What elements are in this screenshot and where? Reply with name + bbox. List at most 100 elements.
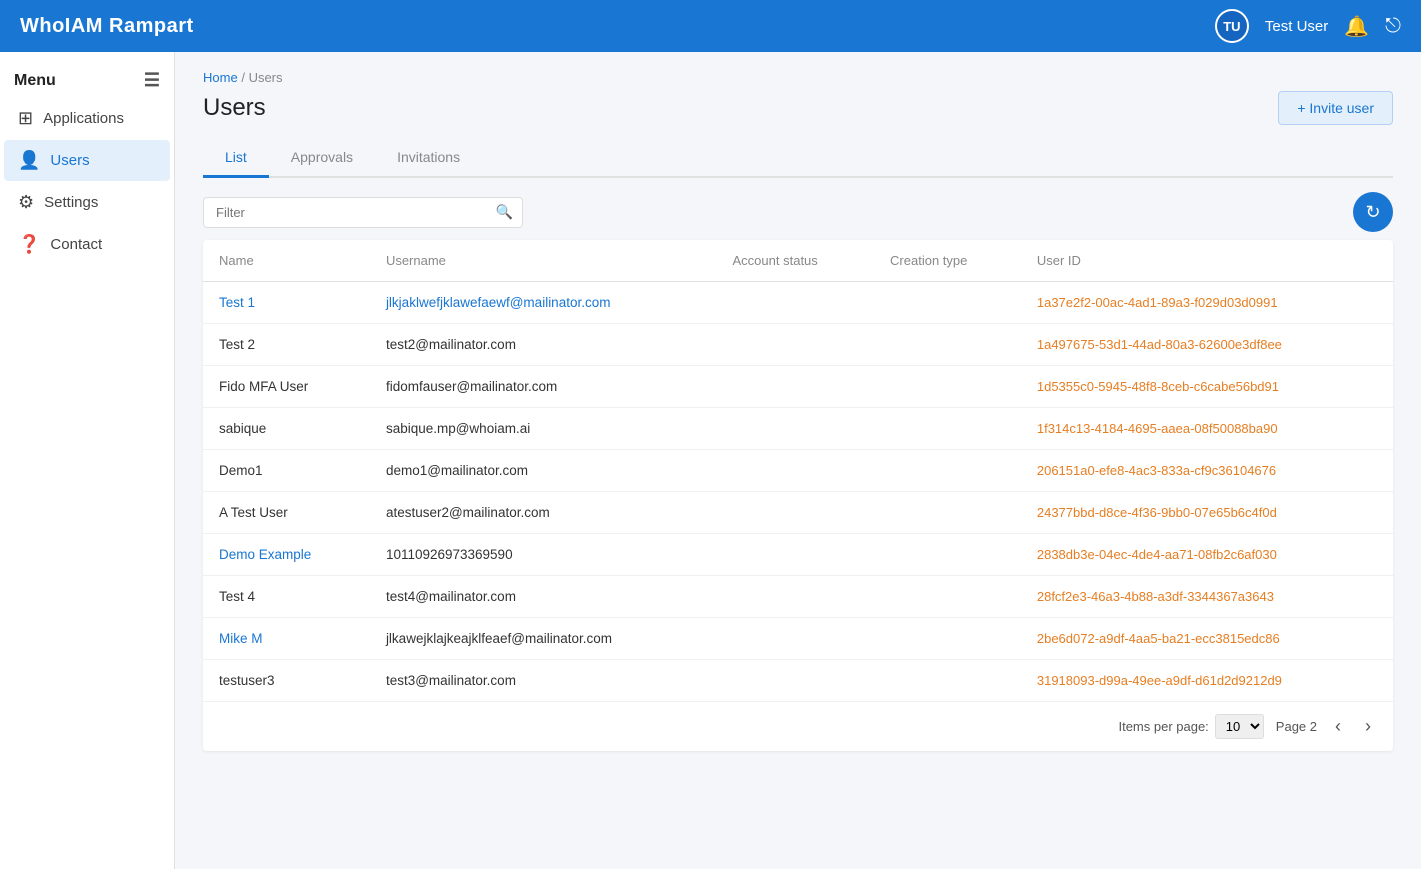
users-table: Name Username Account status Creation ty…	[203, 240, 1393, 751]
cell-user-id: 28fcf2e3-46a3-4b88-a3df-3344367a3643	[1021, 576, 1393, 618]
tab-list[interactable]: List	[203, 139, 269, 178]
cell-creation-type	[874, 282, 1021, 324]
applications-icon: ⊞	[18, 108, 33, 129]
cell-username: test3@mailinator.com	[370, 660, 717, 702]
breadcrumb-home[interactable]: Home	[203, 70, 238, 85]
table-row[interactable]: Test 2test2@mailinator.com1a497675-53d1-…	[203, 324, 1393, 366]
cell-creation-type	[874, 492, 1021, 534]
table-row[interactable]: Test 4test4@mailinator.com28fcf2e3-46a3-…	[203, 576, 1393, 618]
sidebar: Menu ☰ ⊞ Applications 👤 Users ⚙ Settings…	[0, 52, 175, 869]
table-row[interactable]: sabiquesabique.mp@whoiam.ai1f314c13-4184…	[203, 408, 1393, 450]
app-brand: WhoIAM Rampart	[20, 15, 194, 38]
sidebar-item-label: Contact	[50, 236, 102, 253]
cell-account-status	[717, 324, 875, 366]
page-info: Page 2	[1276, 719, 1317, 734]
cell-user-id: 24377bbd-d8ce-4f36-9bb0-07e65b6c4f0d	[1021, 492, 1393, 534]
settings-icon: ⚙	[18, 192, 34, 213]
refresh-button[interactable]: ↻	[1353, 192, 1393, 232]
cell-creation-type	[874, 366, 1021, 408]
cell-name: Test 1	[203, 282, 370, 324]
cell-username: jlkawejklajkeajklfeaef@mailinator.com	[370, 618, 717, 660]
name-link[interactable]: Mike M	[219, 631, 263, 646]
table-row[interactable]: Mike M jlkawejklajkeajklfeaef@mailinator.…	[203, 618, 1393, 660]
tab-invitations[interactable]: Invitations	[375, 139, 482, 178]
search-icon: 🔍	[496, 204, 513, 221]
cell-username: 10110926973369590	[370, 534, 717, 576]
topnav-right: TU Test User 🔔 ⎋	[1215, 9, 1401, 43]
cell-name: Test 4	[203, 576, 370, 618]
table-row[interactable]: Fido MFA Userfidomfauser@mailinator.com 1…	[203, 366, 1393, 408]
cell-account-status	[717, 366, 875, 408]
cell-account-status	[717, 576, 875, 618]
name-link[interactable]: Demo Example	[219, 547, 311, 562]
cell-username: fidomfauser@mailinator.com	[370, 366, 717, 408]
table-row[interactable]: Demo1demo1@mailinator.com 206151a0-efe8-4…	[203, 450, 1393, 492]
page-title: Users	[203, 94, 266, 122]
cell-user-id: 2838db3e-04ec-4de4-aa71-08fb2c6af030	[1021, 534, 1393, 576]
sidebar-item-applications[interactable]: ⊞ Applications	[4, 98, 170, 139]
name-link[interactable]: Test 1	[219, 295, 255, 310]
table-header-row: Name Username Account status Creation ty…	[203, 240, 1393, 282]
cell-creation-type	[874, 618, 1021, 660]
table-row[interactable]: Test 1 jlkjaklwefjklawefaewf@mailinator.c…	[203, 282, 1393, 324]
sidebar-item-settings[interactable]: ⚙ Settings	[4, 182, 170, 223]
sidebar-header: Menu ☰	[0, 60, 174, 97]
cell-account-status	[717, 492, 875, 534]
sidebar-item-label: Applications	[43, 110, 124, 127]
layout: Menu ☰ ⊞ Applications 👤 Users ⚙ Settings…	[0, 52, 1421, 869]
items-per-page-select[interactable]: 10 25 50	[1215, 714, 1264, 739]
filter-wrap: 🔍	[203, 197, 523, 228]
cell-account-status	[717, 660, 875, 702]
cell-user-id: 1a37e2f2-00ac-4ad1-89a3-f029d03d0991	[1021, 282, 1393, 324]
logout-icon[interactable]: ⎋	[1385, 15, 1401, 38]
table-row[interactable]: Demo Example 10110926973369590 2838db3e-04…	[203, 534, 1393, 576]
menu-toggle-icon[interactable]: ☰	[144, 70, 160, 91]
cell-name: Demo1	[203, 450, 370, 492]
cell-name: testuser3	[203, 660, 370, 702]
username-link[interactable]: jlkjaklwefjklawefaewf@mailinator.com	[386, 295, 611, 310]
cell-user-id: 2be6d072-a9df-4aa5-ba21-ecc3815edc86	[1021, 618, 1393, 660]
page-header: Users + Invite user	[203, 91, 1393, 125]
cell-user-id: 1f314c13-4184-4695-aaea-08f50088ba90	[1021, 408, 1393, 450]
contact-icon: ❓	[18, 234, 40, 255]
col-user-id: User ID	[1021, 240, 1393, 282]
cell-name: Fido MFA User	[203, 366, 370, 408]
avatar: TU	[1215, 9, 1249, 43]
username-label: Test User	[1265, 18, 1328, 35]
tab-approvals[interactable]: Approvals	[269, 139, 375, 178]
cell-creation-type	[874, 324, 1021, 366]
invite-user-button[interactable]: + Invite user	[1278, 91, 1393, 125]
next-page-button[interactable]: ›	[1359, 714, 1377, 739]
cell-username: test2@mailinator.com	[370, 324, 717, 366]
cell-account-status	[717, 450, 875, 492]
table-row[interactable]: testuser3test3@mailinator.com 31918093-d9…	[203, 660, 1393, 702]
items-per-page: Items per page: 10 25 50	[1118, 714, 1263, 739]
cell-user-id: 1d5355c0-5945-48f8-8ceb-c6cabe56bd91	[1021, 366, 1393, 408]
cell-user-id: 31918093-d99a-49ee-a9df-d61d2d9212d9	[1021, 660, 1393, 702]
cell-username: atestuser2@mailinator.com	[370, 492, 717, 534]
cell-username: jlkjaklwefjklawefaewf@mailinator.com	[370, 282, 717, 324]
breadcrumb-separator: /	[241, 70, 245, 85]
cell-creation-type	[874, 408, 1021, 450]
cell-username: sabique.mp@whoiam.ai	[370, 408, 717, 450]
cell-username: demo1@mailinator.com	[370, 450, 717, 492]
prev-page-button[interactable]: ‹	[1329, 714, 1347, 739]
filter-input[interactable]	[203, 197, 523, 228]
cell-user-id: 206151a0-efe8-4ac3-833a-cf9c36104676	[1021, 450, 1393, 492]
notification-icon[interactable]: 🔔	[1344, 14, 1369, 39]
table-row[interactable]: A Test Useratestuser2@mailinator.com2437…	[203, 492, 1393, 534]
cell-account-status	[717, 534, 875, 576]
cell-account-status	[717, 408, 875, 450]
cell-creation-type	[874, 534, 1021, 576]
sidebar-item-label: Settings	[44, 194, 98, 211]
items-per-page-label: Items per page:	[1118, 719, 1208, 734]
sidebar-item-label: Users	[50, 152, 89, 169]
sidebar-item-contact[interactable]: ❓ Contact	[4, 224, 170, 265]
cell-account-status	[717, 618, 875, 660]
cell-creation-type	[874, 450, 1021, 492]
filter-row: 🔍 ↻	[203, 192, 1393, 232]
sidebar-item-users[interactable]: 👤 Users	[4, 140, 170, 181]
cell-creation-type	[874, 576, 1021, 618]
pagination-bar: Items per page: 10 25 50 Page 2 ‹ ›	[203, 701, 1393, 751]
users-icon: 👤	[18, 150, 40, 171]
